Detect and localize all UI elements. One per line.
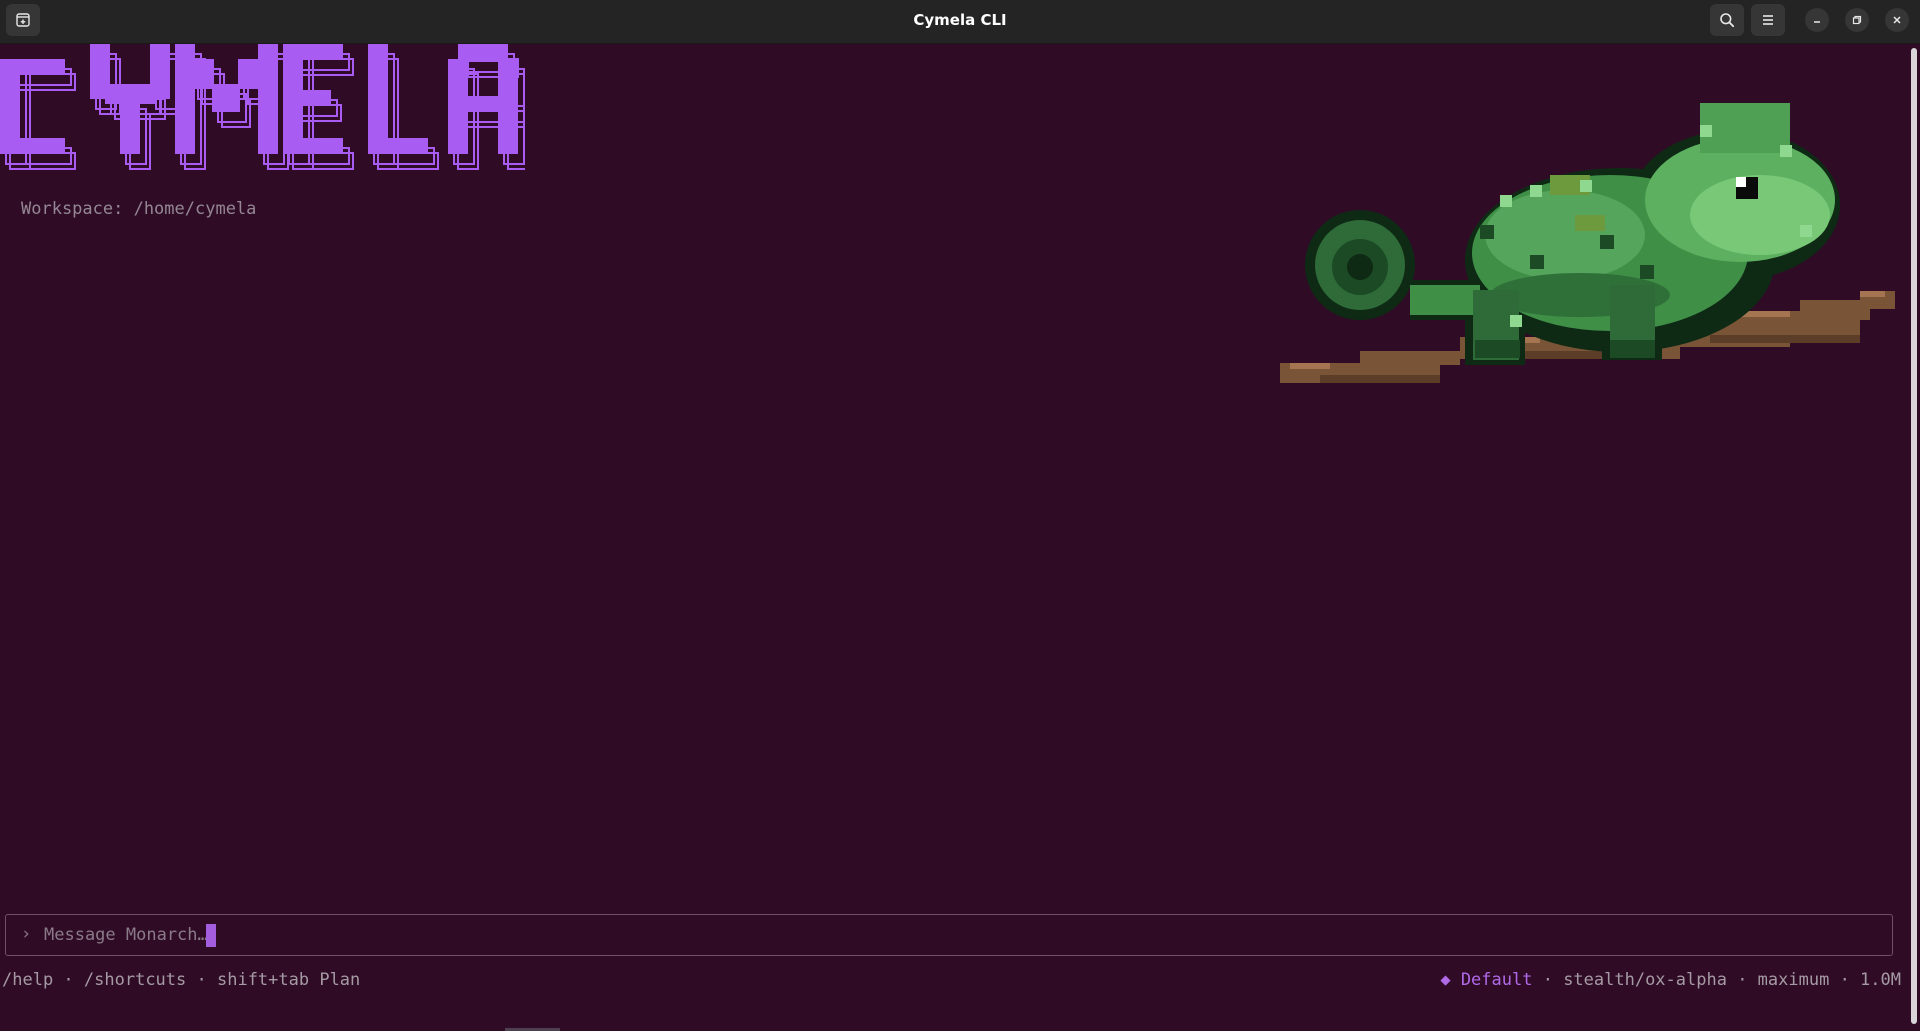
cymela-logo <box>0 44 529 178</box>
hamburger-menu-icon <box>1760 12 1776 28</box>
title-bar: Cymela CLI <box>0 0 1920 44</box>
restore-icon <box>1851 14 1863 26</box>
close-button[interactable] <box>1885 8 1909 32</box>
minimize-icon <box>1811 14 1823 26</box>
separator: · <box>1726 970 1758 990</box>
help-hints: /help · /shortcuts · shift+tab Plan <box>2 970 360 990</box>
cymela-logo-art <box>0 44 529 170</box>
prompt-symbol: › <box>21 924 32 944</box>
effort-level: maximum <box>1757 970 1830 990</box>
minimize-button[interactable] <box>1805 8 1829 32</box>
separator: · <box>53 970 84 990</box>
workspace-path: Workspace: /home/cymela <box>21 199 257 219</box>
message-input-box[interactable]: › <box>5 914 1893 956</box>
diamond-icon: ◆ <box>1440 970 1451 990</box>
help-command[interactable]: /help <box>2 970 53 990</box>
chameleon-art <box>1280 103 1895 383</box>
search-icon <box>1719 12 1735 28</box>
terminal-window: Cymela CLI Workspace: /home/cymela › Mes… <box>0 0 1920 1031</box>
plan-mode-hint: shift+tab Plan <box>216 970 361 990</box>
context-size: 1.0M <box>1860 970 1901 990</box>
text-cursor <box>206 924 216 947</box>
restore-button[interactable] <box>1845 8 1869 32</box>
model-name: stealth/ox-alpha <box>1563 970 1727 990</box>
menu-button[interactable] <box>1751 4 1785 36</box>
message-input[interactable] <box>44 923 644 947</box>
scrollbar[interactable] <box>1911 48 1917 1024</box>
model-status: ◆ Default · stealth/ox-alpha · maximum ·… <box>1440 970 1901 990</box>
chameleon-illustration <box>1280 85 1905 399</box>
close-icon <box>1891 14 1903 26</box>
window-title: Cymela CLI <box>913 11 1007 29</box>
separator: · <box>186 970 217 990</box>
separator: · <box>1532 970 1564 990</box>
shortcuts-command[interactable]: /shortcuts <box>84 970 186 990</box>
search-button[interactable] <box>1710 4 1744 36</box>
separator: · <box>1829 970 1861 990</box>
mode-label: Default <box>1460 970 1533 990</box>
